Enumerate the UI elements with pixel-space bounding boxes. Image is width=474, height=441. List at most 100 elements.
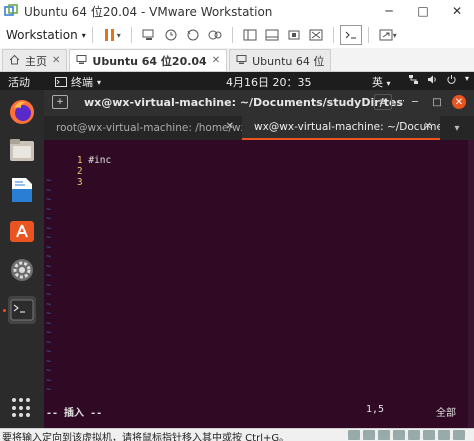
hard-disk-icon[interactable] xyxy=(348,430,360,440)
terminal-content[interactable]: 1 #inc 2 3 ~ ~ ~ ~ ~ ~ ~ ~ ~ ~ ~ ~ ~ ~ ~ ~ ~ ~ ~ ~ ~ ~ ~ -- 插入… xyxy=(44,140,474,428)
vmware-status-bar: 要将输入定向到该虚拟机，请将鼠标指针移入其中或按 Ctrl+G。 xyxy=(0,428,474,441)
tab-home[interactable]: 主页 ✕ xyxy=(2,49,68,71)
terminal-tab-label: wx@wx-virtual-machine: ~/Documen... xyxy=(254,121,440,133)
clock[interactable]: 4月16日 20：35 xyxy=(226,74,312,90)
libreoffice-writer-icon[interactable] xyxy=(8,176,36,204)
terminal-tab[interactable]: root@wx-virtual-machine: /home/wx... ✕ xyxy=(44,116,242,140)
vim-empty-line-marker: ~ xyxy=(46,347,52,357)
app-menu-terminal[interactable]: 终端 ▾ xyxy=(55,74,101,90)
chevron-down-icon: ▾ xyxy=(386,79,391,88)
vim-line: 1 #inc xyxy=(54,144,111,166)
app-menu-label: 终端 xyxy=(71,76,93,89)
vim-empty-line-marker: ~ xyxy=(46,366,52,376)
network-adapter-icon[interactable] xyxy=(378,430,390,440)
tab-label: Ubuntu 64 位 xyxy=(252,54,325,68)
sound-card-icon[interactable] xyxy=(408,430,420,440)
toolbar-divider xyxy=(332,27,334,43)
printer-icon[interactable] xyxy=(423,430,435,440)
input-method-indicator[interactable]: 英 ▾ xyxy=(372,74,391,90)
vm-icon xyxy=(76,54,87,68)
vim-empty-line-marker: ~ xyxy=(46,233,52,243)
message-icon[interactable] xyxy=(453,430,465,440)
running-indicator xyxy=(3,309,6,312)
vim-empty-line-marker: ~ xyxy=(46,309,52,319)
terminal-headerbar: + wx@wx-virtual-machine: ~/Documents/stu… xyxy=(44,90,474,116)
fit-guest-icon[interactable] xyxy=(283,25,305,45)
terminal-tab-active[interactable]: wx@wx-virtual-machine: ~/Documen... ✕ xyxy=(242,116,440,140)
software-center-icon[interactable] xyxy=(8,216,36,244)
hamburger-menu-icon[interactable]: ≡ xyxy=(374,94,392,110)
terminal-icon[interactable] xyxy=(8,296,36,324)
window-titlebar: Ubuntu 64 位20.04 - VMware Workstation ─ … xyxy=(0,0,474,22)
workstation-menu-label: Workstation xyxy=(6,28,78,42)
show-applications-icon[interactable] xyxy=(12,398,32,418)
system-tray[interactable]: ▾ xyxy=(408,74,469,85)
chevron-down-icon[interactable]: ▾ xyxy=(117,31,121,40)
line-number: 3 xyxy=(76,177,83,188)
new-tab-icon[interactable]: + xyxy=(52,95,68,109)
restore-snapshot-icon[interactable] xyxy=(182,25,204,45)
console-view-icon[interactable] xyxy=(339,25,362,45)
toolbar-divider xyxy=(231,27,233,43)
vim-empty-line-marker: ~ xyxy=(46,385,52,395)
vmware-toolbar: Workstation ▾ ▾ ▾ xyxy=(0,22,474,48)
maximize-button[interactable]: □ xyxy=(406,0,440,22)
vmware-logo-icon xyxy=(4,4,18,18)
close-icon[interactable]: ✕ xyxy=(52,55,60,66)
close-icon[interactable]: ✕ xyxy=(212,55,220,66)
vim-empty-line-marker: ~ xyxy=(46,214,52,224)
vim-empty-line-marker: ~ xyxy=(46,328,52,338)
sidebar-toggle-icon[interactable] xyxy=(239,25,261,45)
usb-icon[interactable] xyxy=(393,430,405,440)
toolbar-divider xyxy=(130,27,132,43)
terminal-tabs: root@wx-virtual-machine: /home/wx... ✕ w… xyxy=(44,116,474,140)
vm-tab-bar: 主页 ✕ Ubuntu 64 位20.04 ✕ Ubuntu 64 位 xyxy=(0,48,474,72)
window-title: Ubuntu 64 位20.04 - VMware Workstation xyxy=(24,4,273,19)
send-ctrl-alt-del-icon[interactable] xyxy=(138,25,160,45)
firefox-icon[interactable] xyxy=(8,98,36,126)
minimize-button[interactable]: ─ xyxy=(372,0,406,22)
thumbnail-bar-icon[interactable] xyxy=(261,25,283,45)
cd-dvd-icon[interactable] xyxy=(363,430,375,440)
vim-line: 3 xyxy=(54,166,88,188)
workstation-menu-button[interactable]: Workstation ▾ xyxy=(6,28,86,42)
ubuntu-top-bar: 活动 终端 ▾ 4月16日 20：35 英 ▾ ▾ xyxy=(0,72,474,90)
ime-label: 英 xyxy=(372,76,383,89)
cursor-position: 1,5 xyxy=(366,404,385,415)
toolbar-divider xyxy=(367,27,369,43)
vim-empty-line-marker: ~ xyxy=(46,195,52,205)
volume-icon xyxy=(428,75,436,84)
vim-empty-line-marker: ~ xyxy=(46,290,52,300)
toolbar-divider xyxy=(91,27,93,43)
device-icons xyxy=(348,430,465,440)
scroll-position: 全部 xyxy=(436,408,456,419)
fit-window-icon[interactable] xyxy=(305,25,327,45)
close-icon[interactable]: ✕ xyxy=(452,95,466,109)
chevron-down-icon: ▾ xyxy=(81,30,86,40)
manage-snapshots-icon[interactable] xyxy=(204,25,226,45)
close-icon[interactable]: ✕ xyxy=(424,121,432,132)
chevron-down-icon[interactable]: ▾ xyxy=(393,31,397,40)
vm-icon xyxy=(236,54,247,68)
close-icon[interactable]: ✕ xyxy=(226,121,234,132)
tab-ubuntu-20-04[interactable]: Ubuntu 64 位20.04 ✕ xyxy=(69,49,228,71)
maximize-icon[interactable]: □ xyxy=(430,95,444,109)
power-icon xyxy=(447,75,456,84)
activities-button[interactable]: 活动 xyxy=(8,74,30,90)
chevron-down-icon: ▾ xyxy=(97,77,102,87)
files-icon[interactable] xyxy=(8,136,36,164)
display-icon[interactable] xyxy=(438,430,450,440)
line-text: #inc xyxy=(88,155,112,166)
terminal-scrollbar[interactable] xyxy=(468,140,474,428)
close-button[interactable]: ✕ xyxy=(440,0,474,22)
network-icon xyxy=(409,75,418,84)
terminal-tab-label: root@wx-virtual-machine: /home/wx... xyxy=(56,122,242,134)
settings-icon[interactable] xyxy=(8,256,36,284)
minimize-icon[interactable]: ─ xyxy=(408,95,422,109)
tab-overflow-icon[interactable]: ▾ xyxy=(440,116,474,140)
snapshot-icon[interactable] xyxy=(160,25,182,45)
tab-ubuntu-64[interactable]: Ubuntu 64 位 xyxy=(229,49,332,71)
tab-label: 主页 xyxy=(25,54,47,68)
tab-label: Ubuntu 64 位20.04 xyxy=(92,54,207,68)
status-hint: 要将输入定向到该虚拟机，请将鼠标指针移入其中或按 Ctrl+G。 xyxy=(2,433,290,441)
